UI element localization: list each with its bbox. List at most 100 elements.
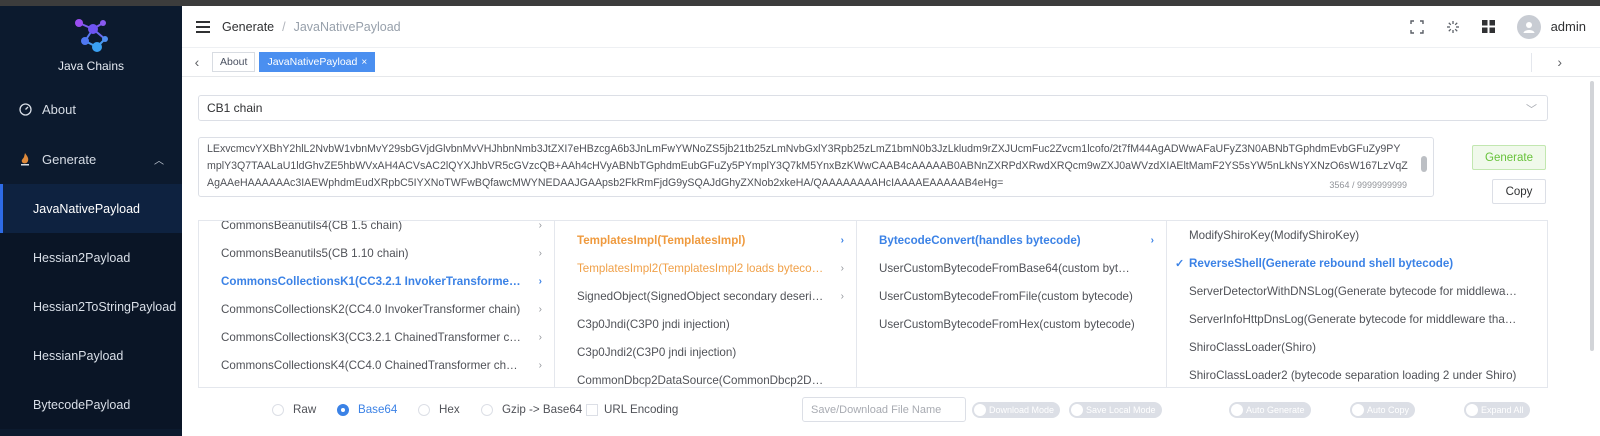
checkbox-url-encoding[interactable]: URL Encoding [586, 403, 678, 416]
cascader-option[interactable]: UserCustomBytecodeFromHex(custom bytecod… [857, 310, 1166, 338]
grid-layout-icon[interactable] [1481, 19, 1497, 35]
sidebar-item-hessianpayload[interactable]: HessianPayload [0, 331, 182, 380]
chevron-right-icon: › [538, 331, 542, 343]
output-options-bar: Raw Base64 Hex Gzip -> Base64 URL Encodi… [182, 395, 1600, 425]
toggle-auto-copy[interactable]: Auto Copy [1350, 402, 1416, 418]
radio-label: Raw [293, 403, 317, 416]
flame-icon [18, 152, 32, 166]
radio-label: Base64 [358, 403, 398, 416]
app-title: Java Chains [57, 59, 125, 73]
breadcrumb-root[interactable]: Generate [222, 20, 274, 34]
top-header: Generate / JavaNativePayload admin [182, 6, 1600, 48]
check-icon: ✓ [1175, 257, 1185, 270]
tab-about[interactable]: About [212, 52, 256, 72]
chain-select[interactable]: CB1 chain ﹀ [198, 95, 1548, 121]
dashboard-icon [18, 102, 32, 116]
toggle-download-mode[interactable]: Download Mode [972, 402, 1061, 418]
radio-circle [337, 403, 349, 416]
toggle-save-local-mode[interactable]: Save Local Mode [1069, 402, 1162, 418]
chevron-right-icon: › [538, 275, 542, 287]
cascader-option[interactable]: BytecodeConvert(handles bytecode) › [857, 226, 1166, 254]
cascader-option[interactable]: ServerDetectorWithDNSLog(Generate byteco… [1167, 277, 1547, 305]
payload-text: LExvcmcvYXBhY2hlL2NvbW1vbnMvY29sbGVjdGlv… [207, 143, 1408, 189]
radio-raw[interactable]: Raw [272, 403, 316, 416]
chevron-right-icon: › [538, 247, 542, 259]
sidebar-item-hessian2payload[interactable]: Hessian2Payload [0, 233, 182, 282]
radio-label: Gzip -> Base64 [502, 403, 583, 416]
gadget-cascader: CommonsBeanutils4(CB 1.5 chain) › Commons… [198, 220, 1548, 388]
loading-spinner-icon[interactable] [1445, 19, 1461, 35]
chevron-right-icon: › [840, 262, 844, 274]
sidebar-item-bytecodepayload[interactable]: BytecodePayload [0, 380, 182, 429]
payload-textarea[interactable]: LExvcmcvYXBhY2hlL2NvbW1vbnMvY29sbGVjdGlv… [198, 137, 1434, 197]
fullscreen-icon[interactable] [1409, 19, 1425, 35]
sidebar-group-generate[interactable]: Generate ︿ [0, 134, 182, 184]
sidebar-item-javanativepayload[interactable]: JavaNativePayload [0, 184, 182, 233]
sidebar-item-label: Hessian2Payload [33, 250, 131, 265]
cascader-option[interactable]: CommonsCollectionsK1(CC3.2.1 InvokerTran… [199, 267, 554, 295]
generate-button[interactable]: Generate [1472, 145, 1546, 170]
cascader-option[interactable]: C3p0Jndi(C3P0 jndi injection) [555, 310, 856, 338]
cascader-option[interactable]: ShiroClassLoader(Shiro) [1167, 333, 1547, 361]
toggle-auto-generate[interactable]: Auto Generate [1229, 402, 1311, 418]
chevron-up-icon: ︿ [154, 155, 164, 167]
chevron-right-icon: › [538, 359, 542, 371]
textarea-scrollbar[interactable] [1421, 144, 1427, 190]
cascader-option[interactable]: ServerInfoHttpDnsLog(Generate bytecode f… [1167, 305, 1547, 333]
chevron-right-icon: › [1150, 234, 1154, 246]
copy-button[interactable]: Copy [1492, 179, 1546, 204]
main-content: CB1 chain ﹀ LExvcmcvYXBhY2hlL2NvbW1vbnMv… [182, 77, 1600, 436]
chain-select-value: CB1 chain [207, 101, 263, 115]
header-actions: admin [1409, 14, 1586, 39]
cascader-option[interactable]: UserCustomBytecodeFromBase64(custom byte… [857, 254, 1166, 282]
radio-gzip-base64[interactable]: Gzip -> Base64 [481, 403, 582, 416]
cascader-column-chains: CommonsBeanutils4(CB 1.5 chain) › Commons… [199, 221, 555, 387]
chevron-right-icon: › [538, 303, 542, 315]
toggle-label: Auto Generate [1246, 405, 1305, 415]
cascader-option[interactable]: ModifyShiroKey(ModifyShiroKey) [1167, 221, 1547, 249]
file-name-placeholder: Save/Download File Name [811, 403, 942, 416]
radio-hex[interactable]: Hex [418, 403, 460, 416]
close-icon[interactable]: × [361, 57, 367, 68]
sidebar: Java Chains About Generate ︿ JavaNativeP… [0, 6, 182, 436]
hamburger-menu-icon[interactable] [196, 20, 210, 33]
cascader-option[interactable]: SignedObject(SignedObject secondary dese… [555, 282, 856, 310]
sidebar-item-about[interactable]: About [0, 84, 182, 134]
cascader-option[interactable]: TemplatesImpl2(TemplatesImpl2 loads byte… [555, 254, 856, 282]
tab-javanativepayload[interactable]: JavaNativePayload × [259, 52, 376, 72]
radio-base64[interactable]: Base64 [337, 403, 397, 416]
page-scrollbar[interactable] [1590, 81, 1594, 351]
radio-circle [418, 403, 430, 416]
cascader-option[interactable]: CommonsBeanutils4(CB 1.5 chain) › [199, 221, 554, 239]
avatar[interactable] [1516, 14, 1541, 39]
username[interactable]: admin [1551, 19, 1586, 34]
sidebar-item-label: About [42, 101, 76, 117]
chevron-right-icon[interactable]: › [1557, 54, 1562, 70]
divider [1531, 53, 1532, 72]
breadcrumb-current: JavaNativePayload [293, 19, 401, 34]
tabs-bar: ‹ About JavaNativePayload × › [182, 48, 1600, 77]
cascader-option[interactable]: C3p0Jndi2(C3P0 jndi injection) [555, 338, 856, 366]
sidebar-item-hessian2tostringpayload[interactable]: Hessian2ToStringPayload [0, 282, 182, 331]
checkbox-label: URL Encoding [604, 403, 679, 416]
sidebar-item-label: BytecodePayload [33, 397, 131, 412]
cascader-option[interactable]: CommonsBeanutils5(CB 1.10 chain) › [199, 239, 554, 267]
character-count: 3564 / 9999999999 [1325, 177, 1407, 194]
cascader-option[interactable]: ShiroClassLoader2 (bytecode separation l… [1167, 361, 1547, 387]
cascader-option[interactable]: TemplatesImpl(TemplatesImpl) › [555, 226, 856, 254]
cascader-option[interactable]: CommonDbcp2DataSource(CommonDbcp2DataSou… [555, 366, 856, 387]
cascader-option[interactable]: CommonsCollectionsK3(CC3.2.1 ChainedTran… [199, 323, 554, 351]
logo: Java Chains [0, 6, 182, 84]
chevron-left-icon[interactable]: ‹ [182, 54, 212, 70]
file-name-input[interactable]: Save/Download File Name [802, 397, 966, 422]
cascader-option[interactable]: ✓ ReverseShell(Generate rebound shell byt… [1167, 249, 1547, 277]
chevron-down-icon: ﹀ [1526, 104, 1537, 116]
cascader-column-bytecode: BytecodeConvert(handles bytecode) › UserC… [857, 221, 1167, 387]
toggle-label: Expand All [1481, 405, 1524, 415]
cascader-option[interactable]: CommonsCollectionsK4(CC4.0 ChainedTransf… [199, 351, 554, 379]
cascader-option[interactable]: CommonsCollectionsK2(CC4.0 InvokerTransf… [199, 295, 554, 323]
toggle-expand-all[interactable]: Expand All [1464, 402, 1530, 418]
toggle-label: Save Local Mode [1086, 405, 1156, 415]
cascader-column-gadgets: TemplatesImpl(TemplatesImpl) › TemplatesI… [555, 221, 857, 387]
cascader-option[interactable]: UserCustomBytecodeFromFile(custom byteco… [857, 282, 1166, 310]
